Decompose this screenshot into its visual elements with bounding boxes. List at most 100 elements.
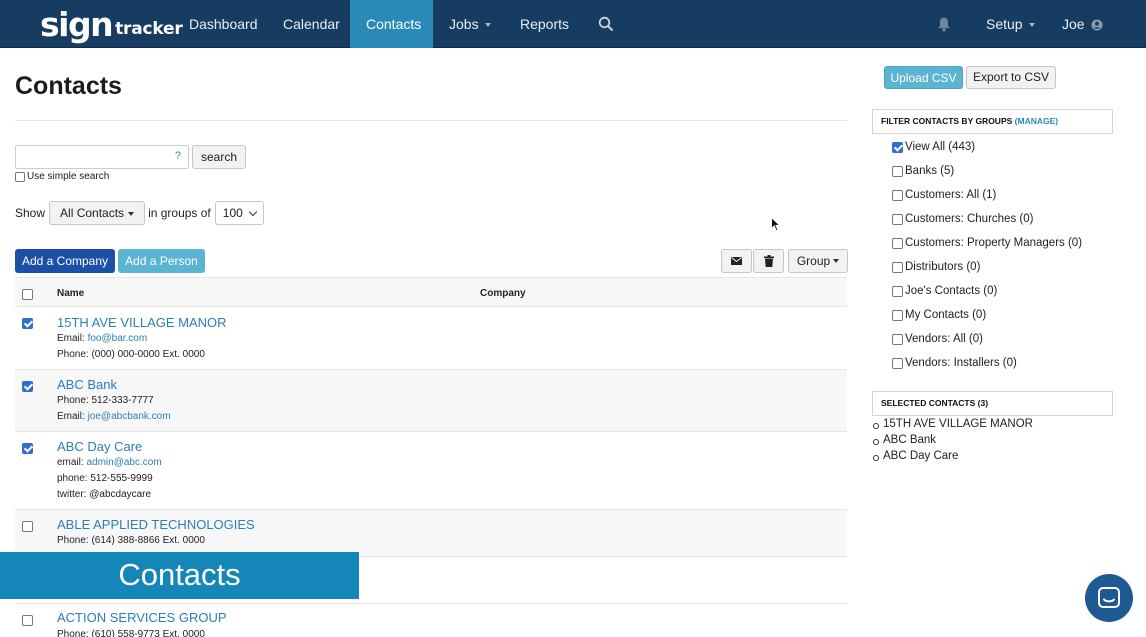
group-label: Vendors: All (0) (905, 333, 983, 345)
group-filter-item[interactable]: Distributors (0) (892, 261, 980, 273)
export-csv-button[interactable]: Export to CSV (966, 66, 1056, 89)
row-checkbox[interactable] (22, 318, 33, 329)
chevron-down-icon (484, 23, 491, 28)
nav-reports[interactable]: Reports (504, 0, 585, 48)
selected-contact-item: 15TH AVE VILLAGE MANOR (873, 418, 1033, 430)
contact-phone-line: Phone: (610) 558-9773 Ext. 0000 (57, 629, 205, 637)
group-dropdown-button[interactable]: Group (788, 249, 848, 273)
chevron-down-icon (248, 207, 258, 217)
show-filter-row: Show All Contacts in groups of 100 (15, 201, 264, 225)
simple-search-label: Use simple search (27, 171, 110, 182)
email-label: Email: (57, 333, 85, 344)
signtracker-logo[interactable]: sign tracker (40, 6, 183, 42)
contact-phone-line: Phone: 512-333-7777 (57, 395, 154, 406)
group-button-label: Group (796, 254, 831, 268)
upload-csv-button[interactable]: Upload CSV (884, 66, 963, 89)
email-link[interactable]: joe@abcbank.com (88, 411, 171, 422)
group-filter-item[interactable]: Banks (5) (892, 165, 954, 177)
group-filter-item[interactable]: Customers: All (1) (892, 189, 996, 201)
table-row[interactable]: ABLE APPLIED TECHNOLOGIES Phone: (614) 3… (15, 510, 847, 557)
contact-email-line: Email: foo@bar.com (57, 333, 147, 344)
contact-filter-dropdown[interactable]: All Contacts (49, 201, 146, 225)
group-checkbox[interactable] (892, 237, 903, 249)
nav-setup-label: Setup (986, 16, 1023, 32)
row-checkbox[interactable] (22, 521, 33, 532)
nav-dashboard[interactable]: Dashboard (173, 0, 274, 48)
contact-name-link[interactable]: ABLE APPLIED TECHNOLOGIES (57, 517, 255, 532)
email-link[interactable]: foo@bar.com (88, 333, 148, 344)
nav-calendar[interactable]: Calendar (267, 0, 356, 48)
contact-filter-value: All Contacts (60, 206, 125, 220)
search-button[interactable]: search (192, 145, 246, 169)
email-link[interactable]: admin@abc.com (86, 457, 161, 468)
group-label: My Contacts (0) (905, 309, 987, 321)
contact-name-link[interactable]: ACTION SERVICES GROUP (57, 610, 227, 625)
group-label: Customers: Property Managers (0) (905, 237, 1083, 249)
contact-name-link[interactable]: ABC Day Care (57, 439, 142, 454)
group-checkbox[interactable] (892, 261, 903, 273)
selected-contact-item: ABC Bank (872, 434, 937, 446)
group-filter-item[interactable]: View All (443) (892, 141, 975, 153)
group-checkbox[interactable] (892, 165, 903, 177)
group-label: Customers: All (1) (905, 189, 997, 201)
page-size-select[interactable]: 100 (214, 201, 264, 225)
group-filter-item[interactable]: Vendors: All (0) (892, 333, 983, 345)
group-checkbox[interactable] (892, 141, 903, 153)
group-label: Joe's Contacts (0) (905, 285, 998, 297)
nav-contacts[interactable]: Contacts (350, 0, 433, 48)
table-row[interactable]: ABC Day Care email: admin@abc.com phone:… (15, 432, 847, 510)
group-filter-item[interactable]: Vendors: Installers (0) (892, 357, 1017, 369)
chevron-down-icon (833, 259, 840, 263)
group-checkbox[interactable] (892, 189, 903, 201)
group-checkbox[interactable] (892, 285, 903, 297)
delete-button[interactable] (753, 249, 784, 273)
group-checkbox[interactable] (892, 357, 903, 369)
group-filter-item[interactable]: Customers: Property Managers (0) (892, 237, 1082, 249)
column-header-name[interactable]: Name (57, 288, 84, 299)
chat-launcher-button[interactable] (1085, 574, 1133, 622)
search-help-icon[interactable]: ? (175, 150, 181, 162)
logo-main-text: sign (40, 5, 114, 44)
group-label: View All (443) (905, 141, 976, 153)
group-checkbox[interactable] (892, 309, 903, 321)
contact-twitter-line: twitter: @abcdaycare (57, 489, 152, 500)
title-divider (15, 120, 847, 121)
bell-icon[interactable] (937, 0, 951, 48)
groups-of-label: in groups of (148, 206, 211, 220)
group-filter-item[interactable]: Joe's Contacts (0) (892, 285, 997, 297)
nav-user[interactable]: Joe (1046, 0, 1119, 48)
add-company-button[interactable]: Add a Company (15, 249, 115, 273)
nav-setup[interactable]: Setup (970, 0, 1051, 48)
contact-name-link[interactable]: ABC Bank (57, 377, 117, 392)
contact-email-line: Email: joe@abcbank.com (57, 411, 171, 422)
group-checkbox[interactable] (892, 213, 903, 225)
simple-search-checkbox[interactable] (15, 171, 25, 182)
email-label: email: (57, 457, 84, 468)
table-row[interactable]: ACTION SERVICES GROUP Phone: (610) 558-9… (15, 604, 847, 637)
search-icon[interactable] (598, 0, 614, 48)
contacts-table-header: Name Company (15, 277, 847, 307)
select-all-checkbox[interactable] (22, 289, 33, 300)
search-input[interactable]: ? (15, 145, 189, 169)
email-button[interactable] (721, 249, 752, 273)
row-checkbox[interactable] (22, 443, 33, 454)
filter-groups-header: FILTER CONTACTS BY GROUPS (MANAGE) (872, 109, 1113, 134)
manage-groups-link[interactable]: (MANAGE) (1015, 116, 1058, 126)
row-checkbox[interactable] (22, 381, 33, 392)
row-checkbox[interactable] (22, 615, 33, 626)
add-person-button[interactable]: Add a Person (118, 249, 205, 273)
contact-email-line: email: admin@abc.com (57, 457, 162, 468)
contact-phone-line: Phone: (000) 000-0000 Ext. 0000 (57, 349, 205, 360)
simple-search-toggle[interactable]: Use simple search (15, 171, 109, 182)
table-row[interactable]: ABC Bank Phone: 512-333-7777 Email: joe@… (15, 370, 847, 432)
column-header-company[interactable]: Company (480, 288, 526, 299)
show-label: Show (15, 206, 46, 220)
group-filter-item[interactable]: My Contacts (0) (892, 309, 986, 321)
group-filter-item[interactable]: Customers: Churches (0) (892, 213, 1033, 225)
nav-jobs[interactable]: Jobs (433, 0, 507, 48)
trash-icon (763, 255, 774, 267)
table-row[interactable]: 15TH AVE VILLAGE MANOR Email: foo@bar.co… (15, 307, 847, 370)
contact-name-link[interactable]: 15TH AVE VILLAGE MANOR (57, 315, 227, 330)
group-checkbox[interactable] (892, 333, 903, 345)
section-banner: Contacts (0, 552, 359, 599)
